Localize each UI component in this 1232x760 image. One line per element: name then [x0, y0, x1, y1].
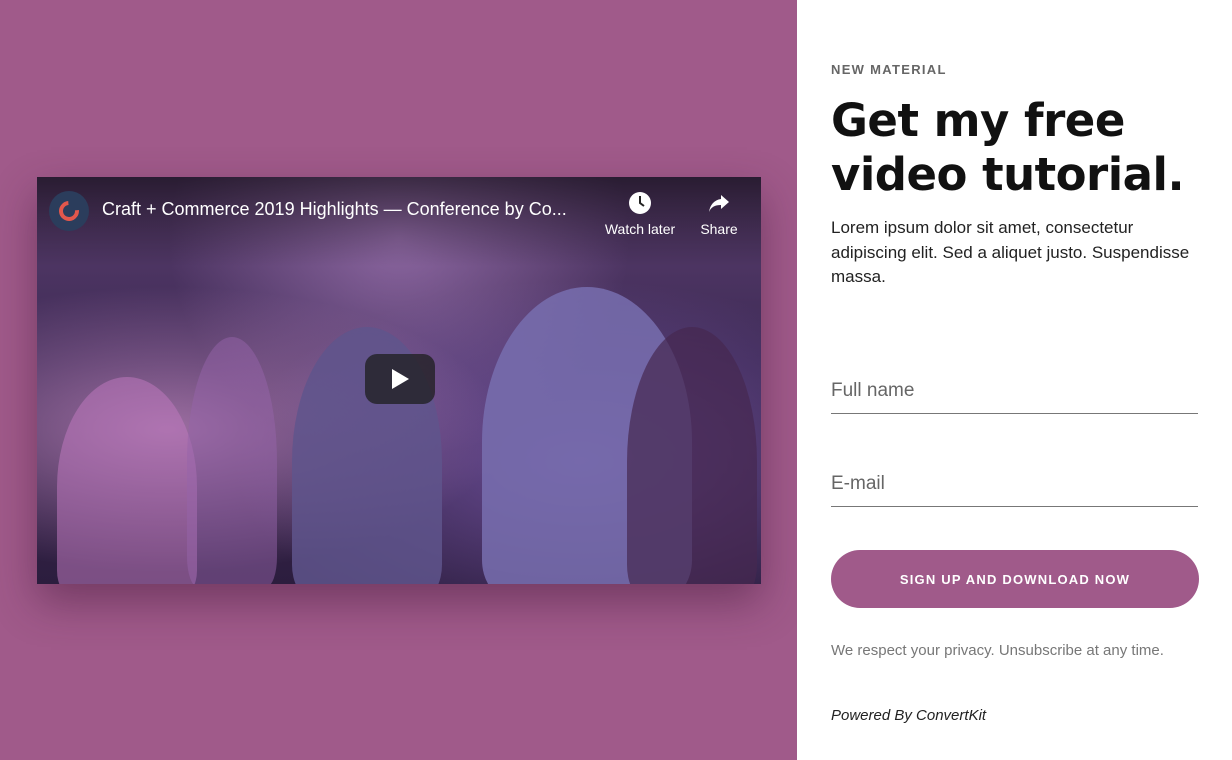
convertkit-logo-icon	[54, 196, 84, 226]
watch-later-button[interactable]: Watch later	[599, 191, 681, 237]
channel-logo[interactable]	[49, 191, 89, 231]
share-button[interactable]: Share	[693, 191, 745, 237]
privacy-note: We respect your privacy. Unsubscribe at …	[831, 642, 1164, 659]
share-label: Share	[700, 221, 738, 237]
play-button[interactable]	[365, 354, 435, 404]
email-input[interactable]	[831, 462, 1198, 507]
signup-button[interactable]: SIGN UP AND DOWNLOAD NOW	[831, 550, 1199, 608]
form-headline: Get my free video tutorial.	[831, 94, 1185, 201]
video-title[interactable]: Craft + Commerce 2019 Highlights — Confe…	[102, 199, 592, 220]
play-icon	[392, 369, 409, 389]
video-panel: Craft + Commerce 2019 Highlights — Confe…	[0, 0, 797, 760]
signup-form: NEW MATERIAL Get my free video tutorial.…	[797, 0, 1232, 760]
powered-by-link[interactable]: Powered By ConvertKit	[831, 707, 986, 724]
form-description: Lorem ipsum dolor sit amet, consectetur …	[831, 218, 1190, 286]
share-arrow-icon	[709, 195, 729, 212]
eyebrow-label: NEW MATERIAL	[831, 62, 947, 77]
watch-later-label: Watch later	[604, 221, 676, 237]
clock-icon	[629, 192, 651, 214]
video-player[interactable]: Craft + Commerce 2019 Highlights — Confe…	[37, 177, 761, 584]
full-name-input[interactable]	[831, 369, 1198, 414]
